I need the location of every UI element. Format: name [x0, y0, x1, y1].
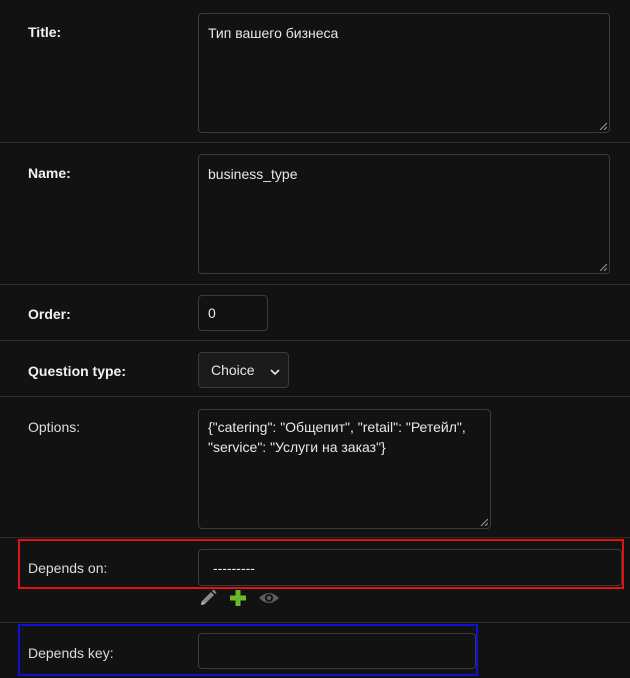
name-label: Name:	[28, 165, 71, 181]
options-value: {"catering": "Общепит", "retail": "Ретей…	[208, 419, 466, 455]
resize-handle-icon[interactable]	[480, 518, 488, 526]
title-textarea[interactable]: Тип вашего бизнеса	[198, 13, 610, 133]
order-row: Order: 0	[0, 285, 630, 341]
admin-form: Title: Тип вашего бизнеса Name: business…	[0, 0, 630, 678]
question-type-select[interactable]: Choice	[198, 352, 289, 388]
resize-handle-icon[interactable]	[599, 263, 607, 271]
depends-key-highlight	[18, 624, 478, 676]
question-type-row: Question type: Choice	[0, 341, 630, 397]
title-row: Title: Тип вашего бизнеса	[0, 0, 630, 143]
chevron-down-icon	[270, 362, 280, 378]
name-value: business_type	[208, 166, 298, 182]
eye-icon[interactable]	[258, 588, 279, 608]
plus-icon[interactable]	[228, 588, 248, 608]
pencil-icon[interactable]	[198, 588, 218, 608]
options-textarea[interactable]: {"catering": "Общепит", "retail": "Ретей…	[198, 409, 491, 529]
name-textarea[interactable]: business_type	[198, 154, 610, 274]
order-label: Order:	[28, 306, 71, 322]
depends-on-highlight	[18, 539, 624, 589]
question-type-value: Choice	[211, 362, 255, 378]
name-row: Name: business_type	[0, 143, 630, 285]
title-value: Тип вашего бизнеса	[208, 25, 339, 41]
title-label: Title:	[28, 24, 62, 40]
resize-handle-icon[interactable]	[599, 122, 607, 130]
order-input[interactable]: 0	[198, 295, 268, 331]
options-label: Options:	[28, 419, 81, 435]
order-value: 0	[208, 305, 216, 321]
options-row: Options: {"catering": "Общепит", "retail…	[0, 397, 630, 538]
question-type-label: Question type:	[28, 363, 127, 379]
